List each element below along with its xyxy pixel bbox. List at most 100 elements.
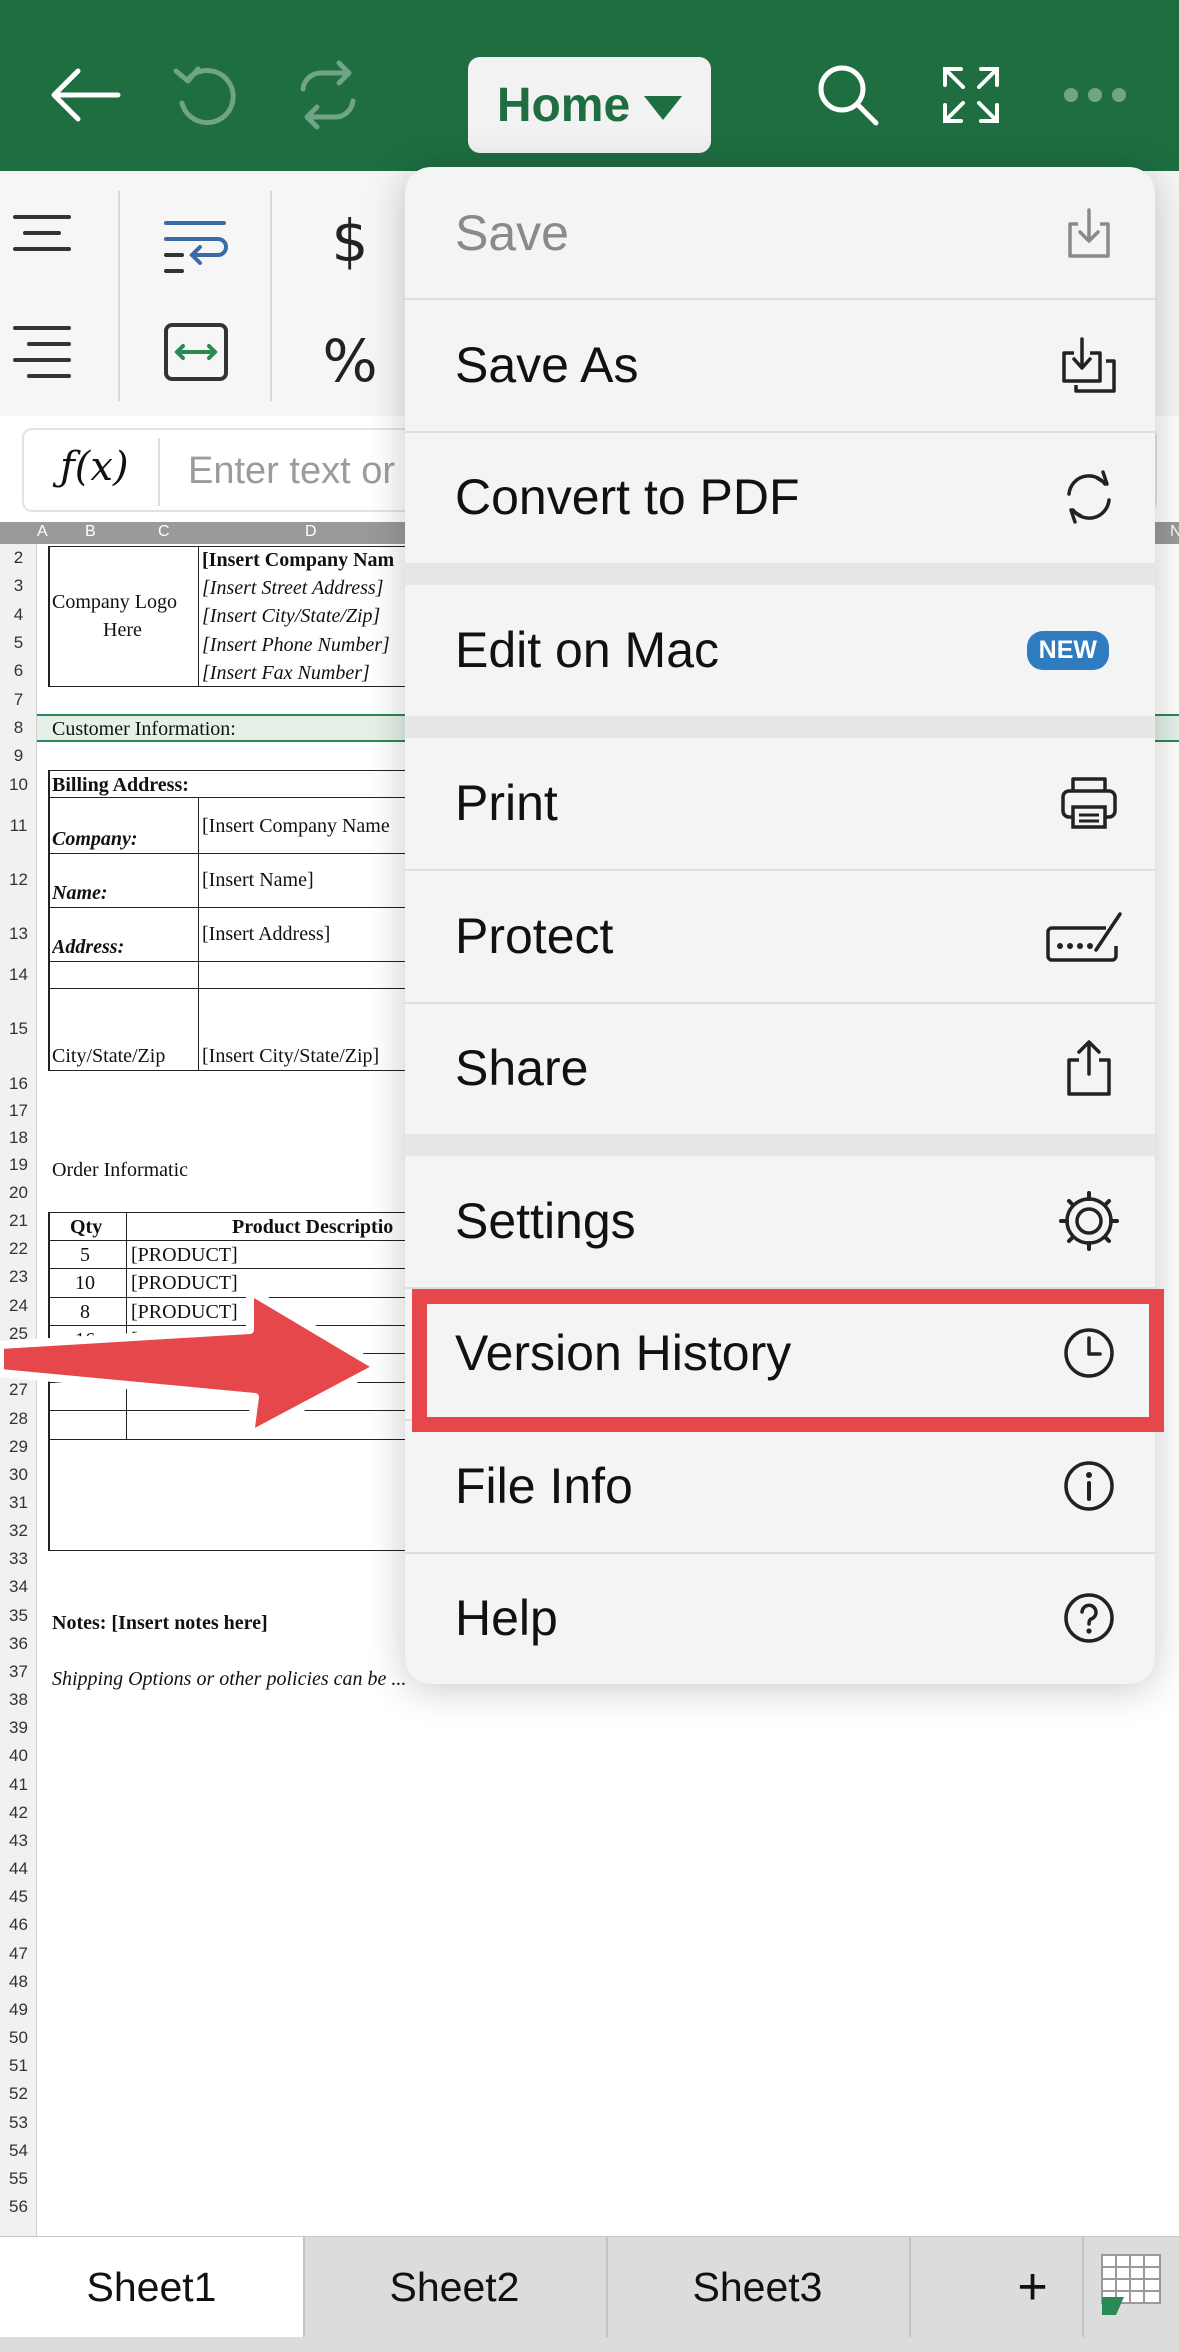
company-label-cell: Company: [52,828,138,850]
row-number[interactable]: 17 [0,1097,37,1124]
row-number[interactable]: 30 [0,1461,37,1489]
row-number[interactable]: 8 [0,714,37,742]
row-number[interactable]: 48 [0,1968,37,1996]
row-number[interactable]: 56 [0,2193,37,2221]
menu-item-print[interactable]: Print [405,738,1155,869]
file-menu-dropdown: Save Save As Convert to PDF Edit on Mac … [405,167,1155,1684]
row-number[interactable]: 53 [0,2108,37,2137]
row-number[interactable]: 35 [0,1601,37,1630]
row-number[interactable]: 49 [0,1996,37,2024]
row-number[interactable]: 38 [0,1686,37,1714]
menu-item-help[interactable]: Help [405,1553,1155,1684]
column-header[interactable]: N [1170,523,1179,541]
column-header[interactable]: D [305,523,317,541]
ribbon-divider [118,191,120,401]
company-value-cell: [Insert Company Name [202,815,390,837]
formula-input[interactable]: Enter text or [188,450,395,493]
row-number[interactable]: 45 [0,1883,37,1911]
menu-item-file-info[interactable]: File Info [405,1421,1155,1552]
sheet-tab[interactable]: Sheet3 [606,2237,909,2337]
menu-item-label: Save [455,205,569,261]
row-number[interactable]: 6 [0,657,37,685]
home-tab-dropdown[interactable]: Home [468,57,711,153]
row-number[interactable]: 52 [0,2080,37,2108]
row-number[interactable]: 22 [0,1235,37,1263]
row-number[interactable]: 14 [0,961,37,988]
logo-placeholder: Here [103,619,142,641]
menu-item-save-as[interactable]: Save As [405,300,1155,431]
row-number[interactable]: 31 [0,1489,37,1517]
order-product-cell: [PRODUCT] [131,1244,238,1266]
customer-info-cell: Customer Information: [52,718,236,740]
grid-view-icon[interactable] [1098,2253,1164,2319]
row-number[interactable]: 50 [0,2024,37,2052]
row-number[interactable]: 10 [0,770,37,799]
row-number[interactable]: 21 [0,1207,37,1235]
menu-item-save[interactable]: Save [405,168,1155,299]
search-icon[interactable] [803,50,893,140]
menu-item-protect[interactable]: Protect [405,871,1155,1002]
row-number[interactable]: 36 [0,1630,37,1658]
menu-item-edit-on-mac[interactable]: Edit on Mac NEW [405,585,1155,716]
merge-cells-icon[interactable] [160,316,232,388]
percent-format-button[interactable]: % [310,321,390,401]
address-value-cell: [Insert Address] [202,923,331,945]
row-number[interactable]: 47 [0,1939,37,1968]
column-header[interactable]: A [37,523,48,541]
undo-icon[interactable] [161,50,251,140]
sheet-tab[interactable]: Sheet1 [0,2237,303,2337]
row-number[interactable]: 42 [0,1799,37,1827]
menu-item-settings[interactable]: Settings [405,1156,1155,1287]
phone-cell: [Insert Phone Number] [202,634,390,656]
row-number[interactable]: 41 [0,1770,37,1799]
menu-item-convert-to-pdf[interactable]: Convert to PDF [405,432,1155,563]
row-number[interactable]: 33 [0,1545,37,1573]
row-number[interactable]: 15 [0,988,37,1070]
save-icon [1057,201,1121,265]
row-number[interactable]: 44 [0,1855,37,1883]
column-header[interactable]: C [158,523,170,541]
back-arrow-icon[interactable] [40,50,130,140]
function-icon[interactable]: ƒ(x) [60,444,129,490]
row-number[interactable]: 16 [0,1070,37,1097]
row-number[interactable]: 12 [0,853,37,907]
row-number[interactable]: 34 [0,1573,37,1601]
notes-cell: Notes: [Insert notes here] [52,1612,268,1634]
redo-icon[interactable] [283,50,373,140]
fullscreen-icon[interactable] [926,50,1016,140]
menu-item-label: Help [455,1590,558,1646]
share-icon [1057,1036,1121,1100]
row-number[interactable]: 2 [0,544,37,572]
row-number[interactable]: 18 [0,1124,37,1151]
more-icon[interactable] [1050,50,1140,140]
row-number[interactable]: 40 [0,1742,37,1770]
row-number[interactable]: 51 [0,2052,37,2080]
align-center-icon[interactable] [10,201,74,265]
row-number[interactable]: 5 [0,629,37,657]
row-number[interactable]: 13 [0,907,37,961]
row-number[interactable]: 3 [0,572,37,600]
row-number[interactable]: 46 [0,1911,37,1939]
row-number[interactable]: 4 [0,600,37,629]
row-number[interactable]: 55 [0,2165,37,2193]
wrap-text-icon[interactable] [160,211,232,283]
row-number[interactable]: 19 [0,1151,37,1179]
row-number[interactable]: 7 [0,685,37,714]
save-as-icon [1057,333,1121,397]
address-label-cell: Address: [52,936,125,958]
row-number[interactable]: 39 [0,1714,37,1742]
row-number[interactable]: 32 [0,1517,37,1545]
company-name-cell: [Insert Company Nam [202,549,395,571]
row-number[interactable]: 20 [0,1179,37,1207]
add-sheet-button[interactable]: + [975,2237,1090,2337]
row-number[interactable]: 54 [0,2137,37,2165]
row-number[interactable]: 9 [0,742,37,770]
sheet-tab[interactable]: Sheet2 [303,2237,606,2337]
align-right-icon[interactable] [10,321,74,385]
currency-format-button[interactable]: $ [310,201,390,281]
menu-item-share[interactable]: Share [405,1003,1155,1134]
row-number[interactable]: 43 [0,1827,37,1855]
row-number[interactable]: 37 [0,1658,37,1686]
row-number[interactable]: 11 [0,799,37,853]
column-header[interactable]: B [85,523,96,541]
